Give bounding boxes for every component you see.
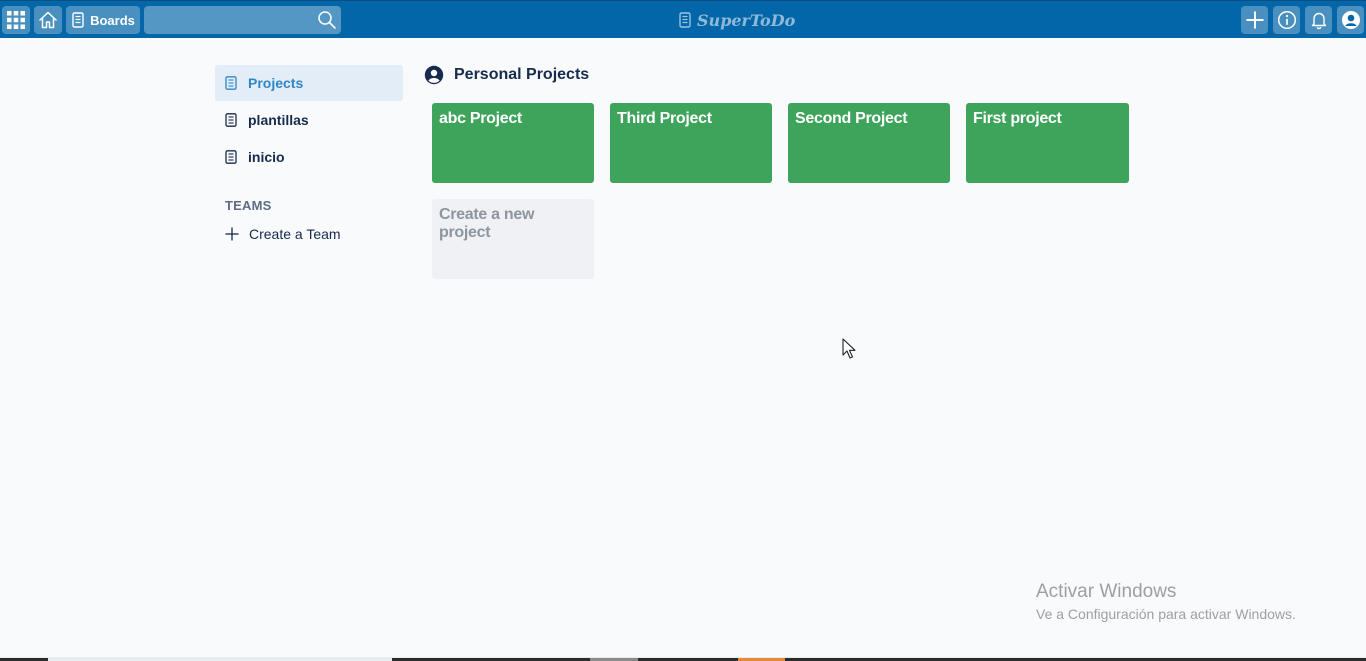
sidebar-item-plantillas[interactable]: plantillas <box>215 102 403 138</box>
boards-icon <box>72 12 84 28</box>
create-button[interactable] <box>1241 6 1268 34</box>
bell-icon <box>1311 12 1326 30</box>
user-circle-icon <box>424 65 444 85</box>
user-avatar-icon <box>1341 11 1360 29</box>
project-title: Second Project <box>795 110 908 127</box>
home-button[interactable] <box>34 6 62 34</box>
project-card-first[interactable]: First project <box>966 103 1129 183</box>
create-team-button[interactable]: Create a Team <box>215 226 403 242</box>
project-card-third[interactable]: Third Project <box>610 103 772 183</box>
create-team-label: Create a Team <box>249 226 341 242</box>
plus-icon <box>225 226 241 242</box>
search-icon[interactable] <box>317 10 337 30</box>
sidebar-item-label: plantillas <box>248 112 309 128</box>
section-title: Personal Projects <box>454 66 590 83</box>
search-box <box>144 6 341 34</box>
mouse-cursor-icon <box>842 338 856 359</box>
boards-label: Boards <box>90 12 135 28</box>
project-card-abc[interactable]: abc Project <box>432 103 594 183</box>
logo-board-icon <box>679 12 691 28</box>
sidebar-item-projects[interactable]: Projects <box>215 65 403 101</box>
windows-activation-watermark: Activar Windows Ve a Configuración para … <box>1036 581 1296 622</box>
search-input[interactable] <box>144 6 309 34</box>
sidebar: Projects plantillas inicio TEAMS Create … <box>215 65 403 242</box>
taskbar-edge <box>0 657 1366 661</box>
sidebar-item-inicio[interactable]: inicio <box>215 139 403 175</box>
app-logo[interactable]: SuperToDo <box>678 9 795 31</box>
home-icon <box>39 11 57 29</box>
project-title: abc Project <box>439 110 522 127</box>
project-title: Third Project <box>617 110 712 127</box>
info-icon <box>1277 10 1296 30</box>
watermark-subtitle: Ve a Configuración para activar Windows. <box>1036 606 1296 622</box>
board-icon <box>225 75 239 91</box>
apps-grid-button[interactable] <box>2 6 30 34</box>
project-title: First project <box>973 110 1062 127</box>
logo-text: SuperToDo <box>697 10 796 30</box>
apps-grid-icon <box>7 11 25 29</box>
personal-projects-header: Personal Projects <box>424 65 589 85</box>
sidebar-item-label: inicio <box>248 149 285 165</box>
create-project-card[interactable]: Create a new project <box>432 199 594 279</box>
top-navigation-bar: Boards SuperToDo <box>0 0 1366 38</box>
project-card-second[interactable]: Second Project <box>788 103 950 183</box>
sidebar-item-label: Projects <box>248 75 304 91</box>
create-project-label: Create a new project <box>439 206 535 241</box>
user-menu-button[interactable] <box>1337 6 1364 34</box>
info-button[interactable] <box>1273 6 1300 34</box>
teams-heading: TEAMS <box>225 198 272 213</box>
board-icon <box>225 149 239 165</box>
board-icon <box>225 112 239 128</box>
watermark-title: Activar Windows <box>1036 581 1177 602</box>
notifications-button[interactable] <box>1305 6 1332 34</box>
plus-icon <box>1246 11 1263 29</box>
boards-button[interactable]: Boards <box>66 6 140 34</box>
